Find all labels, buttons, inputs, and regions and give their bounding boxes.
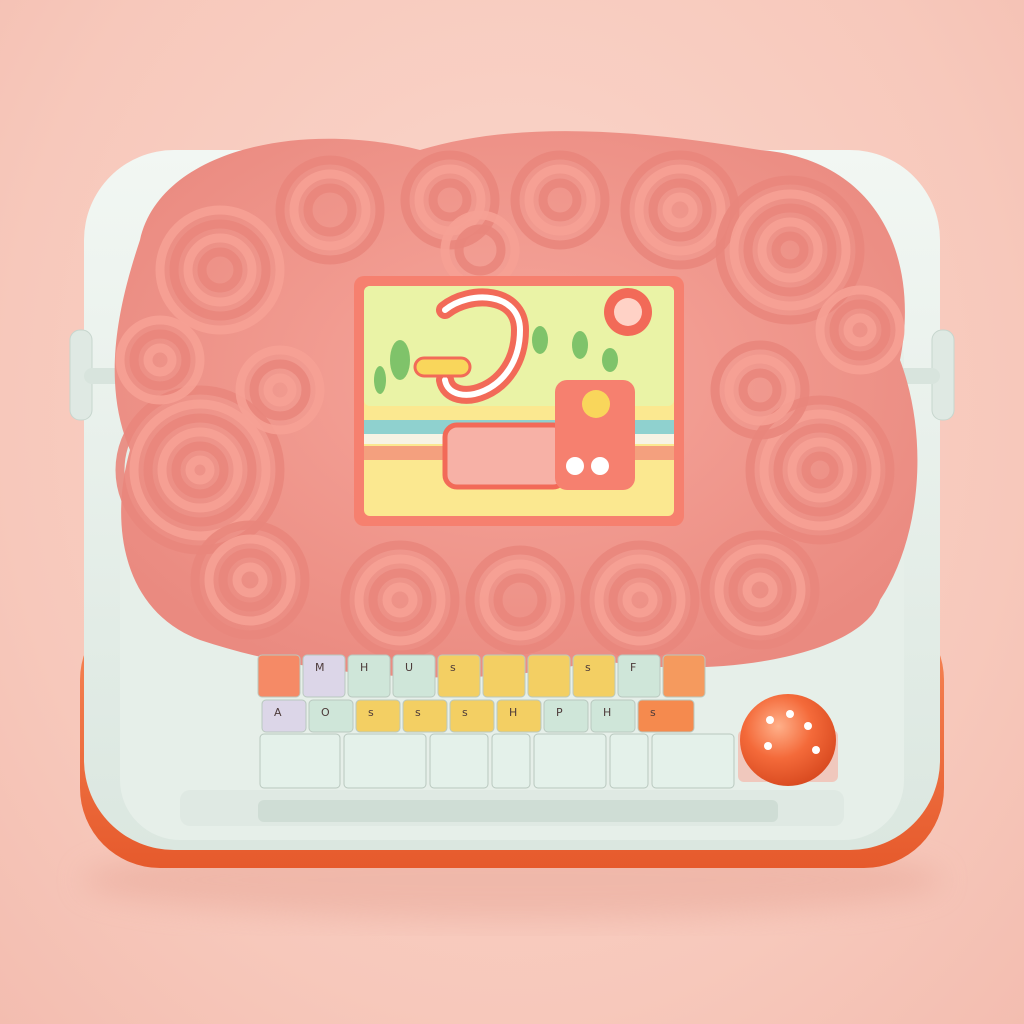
key-top-4[interactable]: s — [437, 654, 481, 698]
key-top-1[interactable]: M — [302, 654, 346, 698]
key-bot-4[interactable] — [533, 733, 607, 789]
key-label: O — [321, 706, 330, 719]
key-mid-3[interactable]: s — [402, 699, 448, 733]
key-bot-2[interactable] — [429, 733, 489, 789]
key-label: s — [585, 661, 591, 674]
key-label: H — [603, 706, 611, 719]
key-label: M — [315, 661, 325, 674]
key-mid-6[interactable]: P — [543, 699, 589, 733]
key-label: s — [368, 706, 374, 719]
key-mid-4[interactable]: s — [449, 699, 495, 733]
key-label: F — [630, 661, 636, 674]
key-mid-0[interactable]: A — [261, 699, 307, 733]
key-label: H — [509, 706, 517, 719]
key-label: U — [405, 661, 413, 674]
key-mid-2[interactable]: s — [355, 699, 401, 733]
key-top-8[interactable]: F — [617, 654, 661, 698]
key-top-7[interactable]: s — [572, 654, 616, 698]
key-label: H — [360, 661, 368, 674]
key-top-9[interactable] — [662, 654, 706, 698]
key-top-2[interactable]: H — [347, 654, 391, 698]
key-top-0[interactable] — [257, 654, 301, 698]
key-label: s — [462, 706, 468, 719]
key-label: s — [450, 661, 456, 674]
key-top-5[interactable] — [482, 654, 526, 698]
key-bot-0[interactable] — [259, 733, 341, 789]
key-label: P — [556, 706, 563, 719]
key-mid-8[interactable]: s — [637, 699, 695, 733]
sun-icon — [604, 288, 652, 336]
key-top-3[interactable]: U — [392, 654, 436, 698]
key-bot-1[interactable] — [343, 733, 427, 789]
typewriter-noodle-illustration: M H Us s F A Os s s H P Hs — [69, 131, 955, 920]
key-mid-1[interactable]: O — [308, 699, 354, 733]
key-label: s — [415, 706, 421, 719]
key-bot-3[interactable] — [491, 733, 531, 789]
screen-card — [354, 276, 684, 526]
key-label: A — [274, 706, 282, 719]
key-bot-5[interactable] — [609, 733, 649, 789]
key-mid-5[interactable]: H — [496, 699, 542, 733]
key-bot-6[interactable] — [651, 733, 735, 789]
key-label: s — [650, 706, 656, 719]
key-top-6[interactable] — [527, 654, 571, 698]
key-mid-7[interactable]: H — [590, 699, 636, 733]
